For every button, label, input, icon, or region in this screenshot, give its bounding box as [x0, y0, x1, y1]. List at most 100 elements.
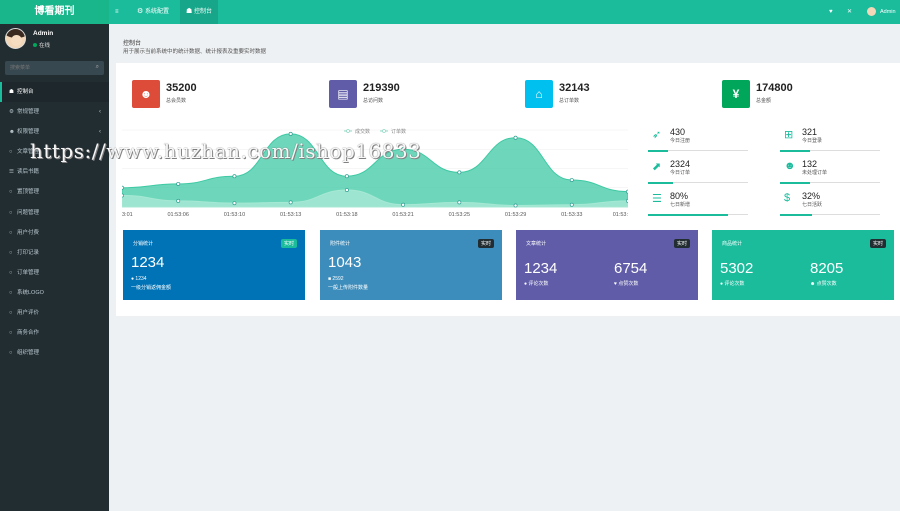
notification-icon[interactable]: ♥ [829, 0, 833, 24]
user-icon: ☻ [810, 281, 816, 287]
progress-bar [780, 214, 880, 216]
search-icon[interactable]: ⌕ [96, 64, 99, 71]
sidebar-item-top[interactable]: ○ 置顶管理 [0, 182, 109, 202]
data-point [569, 202, 574, 207]
sidebar-item-business[interactable]: ○ 商务合作 [0, 323, 109, 343]
circle-icon: ○ [9, 229, 13, 236]
x-tick-label: 01:53:21 [392, 212, 413, 218]
dashboard-icon: ☗ [186, 8, 193, 15]
status-badge: 实时 [869, 239, 886, 248]
x-tick-label: 01:53:13 [280, 212, 301, 218]
topbar-username[interactable]: Admin [880, 0, 896, 24]
stat-amount: ¥ 174800 总金额 [722, 80, 872, 110]
tab-system-config[interactable]: ⚙ 系统配置 [131, 0, 175, 24]
legend-label: 订单数 [391, 128, 406, 135]
data-point [232, 201, 237, 206]
sidebar-item-review[interactable]: ○ 用户评价 [0, 303, 109, 323]
user-status: 在线 [33, 41, 50, 49]
legend-marker [382, 129, 386, 133]
status-badge: 实时 [477, 239, 494, 248]
page-title: 控制台 [123, 41, 142, 47]
status-badge: 实时 [673, 239, 690, 248]
status-badge: 实时 [280, 239, 297, 248]
x-tick-label: 01:53:29 [505, 212, 526, 218]
data-point [626, 189, 628, 194]
card-article: 文章统计 实时 1234 6754 ● 评论次数 ♥ 点赞次数 [516, 230, 698, 300]
list-icon: ☰ [652, 193, 662, 205]
data-point [513, 203, 518, 208]
progress-bar [780, 182, 880, 184]
user-panel: Admin 在线 [0, 24, 109, 56]
data-point [457, 170, 462, 175]
sidebar-item-dashboard[interactable]: ☗ 控制台 [0, 82, 109, 103]
file-icon: ■ [328, 276, 332, 282]
search-input[interactable] [5, 61, 91, 75]
data-point [232, 174, 237, 179]
menu-toggle-icon[interactable]: ≡ [115, 0, 119, 24]
data-point [344, 188, 349, 193]
sidebar-menu: ☗ 控制台 ⚙ 常规管理 ‹ ☻ 权限管理 ‹ ○ 文章管理 ☰ 读后书籍 ○ 置顶管理 ○ 问题… [0, 82, 109, 363]
group-icon: ☻ [9, 129, 15, 136]
circle-icon: ○ [9, 209, 13, 216]
cart-icon: ⌂ [525, 80, 553, 108]
sidebar-item-general[interactable]: ⚙ 常规管理 ‹ [0, 102, 109, 122]
sidebar-item-logo[interactable]: ○ 系统LOGO [0, 283, 109, 303]
users-icon: ☻ [784, 160, 796, 172]
circle-icon: ○ [9, 269, 13, 276]
card-goods: 商品统计 实时 5302 8205 ● 评论次数 ☻ 点赞次数 [712, 230, 894, 300]
data-point [626, 198, 628, 203]
online-dot-icon [33, 43, 37, 47]
rocket-icon: ➶ [652, 129, 662, 141]
data-point [344, 174, 349, 179]
circle-icon: ○ [9, 350, 13, 357]
data-point [176, 181, 181, 186]
data-point [122, 185, 124, 190]
heart-icon: ♥ [614, 281, 617, 287]
stat-orders: ⌂ 32143 总订单数 [525, 80, 675, 110]
x-tick-label: 01:53:10 [224, 212, 245, 218]
comment-icon: ● [131, 276, 135, 282]
circle-icon: ○ [9, 330, 13, 337]
sidebar-item-payment[interactable]: ○ 用户付费 [0, 223, 109, 243]
data-point [513, 135, 518, 140]
user-avatar-small[interactable] [867, 0, 877, 24]
data-point [176, 198, 181, 203]
data-point [288, 200, 293, 205]
comment-icon: ● [524, 281, 528, 287]
users-icon: ☻ [132, 80, 160, 108]
stat-members: ☻ 35200 总会员数 [132, 80, 282, 110]
x-tick-label: 01:53: [613, 212, 628, 218]
stat-visits: ▤ 219390 总访问数 [329, 80, 479, 110]
data-point [569, 178, 574, 183]
legend-label: 成交数 [355, 128, 370, 135]
circle-icon: ○ [9, 289, 13, 296]
chevron-left-icon: ‹ [99, 109, 101, 116]
data-point [401, 202, 406, 207]
content-header: 控制台 用于展示当前系统中的统计数据、统计报表及重要实时数据 [116, 33, 896, 61]
page-subtitle: 用于展示当前系统中的统计数据、统计报表及重要实时数据 [123, 49, 267, 55]
tab-dashboard[interactable]: ☗ 控制台 [180, 0, 218, 24]
circle-icon: ○ [9, 249, 13, 256]
app-logo[interactable]: 博看期刊 [0, 0, 109, 24]
x-tick-label: 01:53:06 [168, 212, 189, 218]
sidebar-search: ⌕ [5, 61, 104, 75]
dashboard-icon: ☗ [9, 89, 14, 95]
comment-icon: ● [720, 281, 724, 287]
sidebar-item-question[interactable]: ○ 问题管理 [0, 203, 109, 223]
x-tick-label: 01:53:25 [449, 212, 470, 218]
book-icon: ▤ [329, 80, 357, 108]
chart-icon: ⬈ [652, 161, 662, 173]
sidebar-item-org[interactable]: ○ 组织管理 [0, 343, 109, 363]
data-point [122, 193, 124, 198]
x-tick-label: 01:53:33 [561, 212, 582, 218]
dollar-icon: $ [784, 192, 791, 204]
fullscreen-icon[interactable]: ✕ [847, 0, 852, 24]
x-tick-label: 3:01 [122, 212, 133, 218]
data-point [288, 131, 293, 136]
circle-icon: ○ [9, 189, 13, 196]
sidebar-item-books[interactable]: ☰ 读后书籍 [0, 162, 109, 182]
sidebar-item-print[interactable]: ○ 打印记录 [0, 243, 109, 263]
legend-marker [346, 129, 350, 133]
sidebar-item-orders[interactable]: ○ 订单管理 [0, 263, 109, 283]
top-bar: ≡ ⚙ 系统配置 ☗ 控制台 ♥ ✕ Admin [109, 0, 900, 24]
